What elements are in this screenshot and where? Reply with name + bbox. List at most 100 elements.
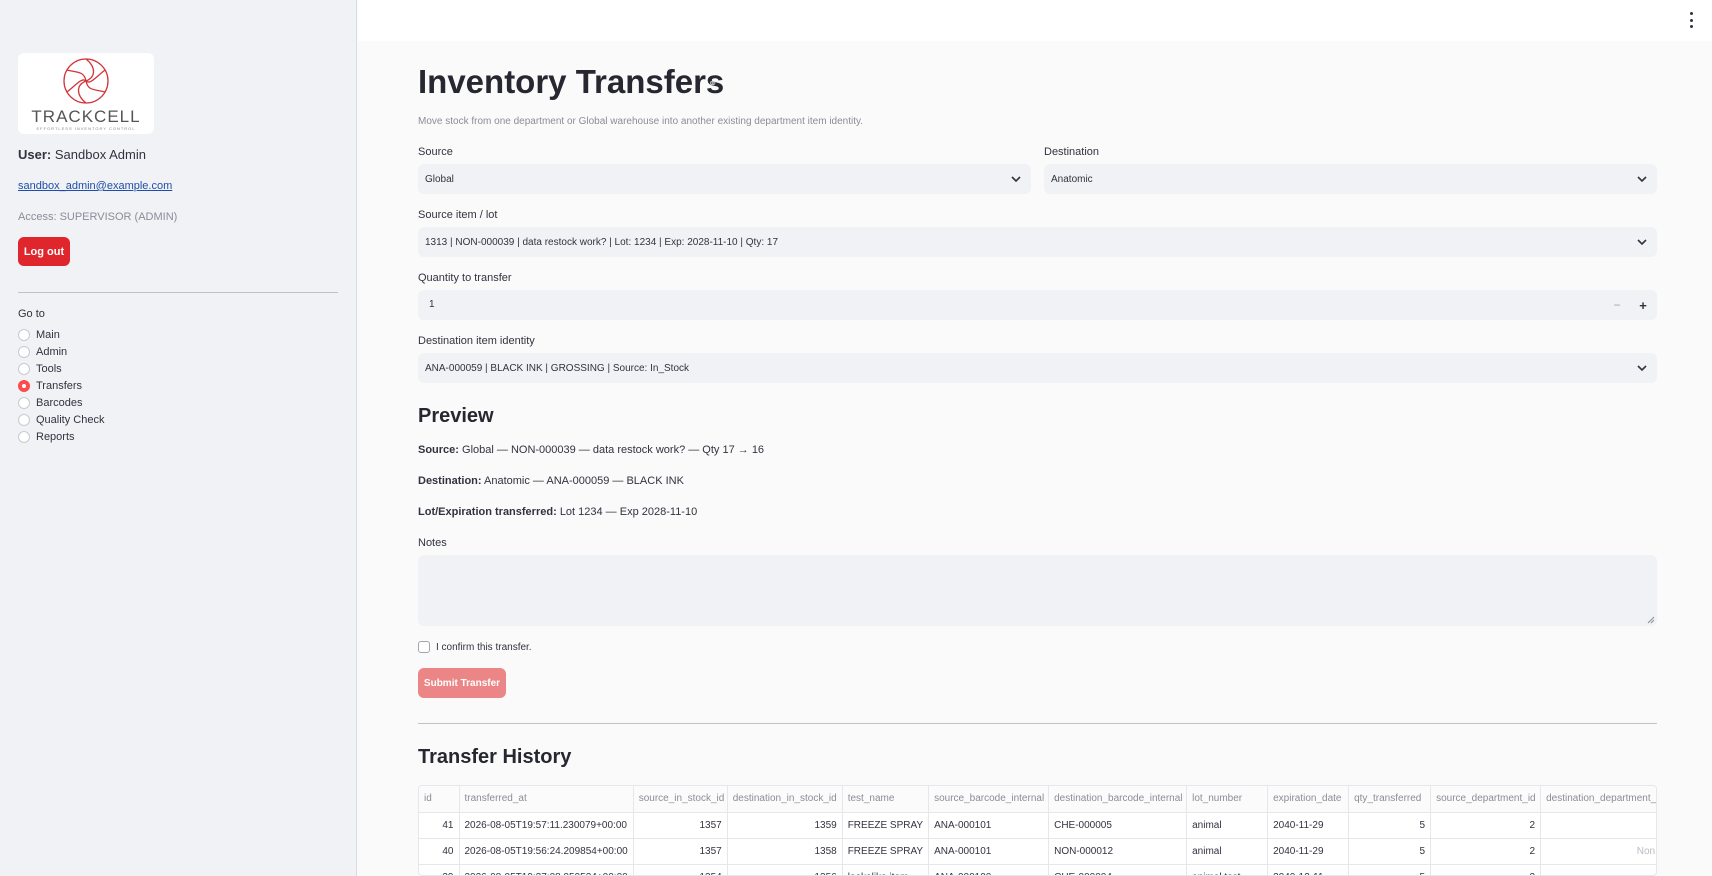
goto-label: Go to: [18, 308, 45, 320]
confirm-checkbox[interactable]: [418, 641, 430, 653]
source-select[interactable]: Global: [418, 164, 1031, 194]
column-header[interactable]: transferred_at: [459, 786, 634, 813]
table-cell[interactable]: animal: [1186, 838, 1269, 865]
table-cell[interactable]: Non: [1540, 838, 1656, 865]
anchor-link-icon[interactable]: ⚭: [708, 77, 717, 90]
column-header[interactable]: expiration_date: [1267, 786, 1350, 813]
table-cell[interactable]: [1540, 864, 1656, 875]
destination-select[interactable]: Anatomic: [1044, 164, 1657, 194]
table-cell[interactable]: 2: [1430, 812, 1542, 839]
column-header[interactable]: destination_department_i: [1540, 786, 1656, 813]
table-row[interactable]: 392026-08-05T19:37:08.959524+00:00135413…: [419, 864, 1656, 875]
table-cell[interactable]: 5: [1348, 864, 1432, 875]
table-cell[interactable]: 2026-08-05T19:56:24.209854+00:00: [459, 838, 634, 865]
table-cell[interactable]: CHE-000005: [1048, 812, 1188, 839]
nav-item-quality-check[interactable]: Quality Check: [18, 411, 104, 428]
nav-item-label: Main: [36, 328, 60, 341]
table-cell[interactable]: 1359: [727, 812, 843, 839]
chevron-down-icon: [1637, 176, 1647, 183]
table-cell[interactable]: 2026-08-05T19:37:08.959524+00:00: [459, 864, 634, 875]
confirm-checkbox-row[interactable]: I confirm this transfer.: [418, 641, 532, 653]
increment-icon[interactable]: +: [1633, 295, 1653, 315]
destination-select-value: Anatomic: [1051, 173, 1093, 185]
logout-button[interactable]: Log out: [18, 237, 70, 266]
nav-item-main[interactable]: Main: [18, 326, 104, 343]
table-cell[interactable]: 1354: [633, 864, 728, 875]
nav-item-barcodes[interactable]: Barcodes: [18, 394, 104, 411]
column-header[interactable]: qty_transferred: [1348, 786, 1432, 813]
radio-icon[interactable]: [18, 379, 30, 392]
table-cell[interactable]: 2: [1430, 864, 1542, 875]
table-cell[interactable]: 5: [1348, 812, 1432, 839]
table-cell[interactable]: 2: [1430, 838, 1542, 865]
notes-textarea[interactable]: [418, 555, 1657, 626]
user-email-link[interactable]: sandbox_admin@example.com: [18, 180, 172, 192]
submit-transfer-button[interactable]: Submit Transfer: [418, 668, 506, 698]
logo-tagline: EFFORTLESS INVENTORY CONTROL: [36, 126, 136, 131]
preview-destination: Destination: Anatomic — ANA-000059 — BLA…: [418, 475, 684, 487]
table-cell[interactable]: 1358: [727, 838, 843, 865]
radio-icon[interactable]: [18, 413, 30, 426]
column-header[interactable]: source_department_id: [1430, 786, 1542, 813]
nav-item-transfers[interactable]: Transfers: [18, 377, 104, 394]
table-header-row: id transferred_at source_in_stock_id destin…: [419, 786, 1656, 813]
column-header[interactable]: test_name: [842, 786, 930, 813]
preview-dest-label: Destination:: [418, 475, 482, 487]
table-cell[interactable]: 2040-11-29: [1267, 838, 1350, 865]
dest-identity-select-value: ANA-000059 | BLACK INK | GROSSING | Sour…: [425, 362, 690, 374]
table-cell[interactable]: CHE-000004: [1048, 864, 1188, 875]
radio-icon[interactable]: [18, 396, 30, 409]
quantity-stepper[interactable]: 1 − +: [418, 290, 1657, 320]
table-cell[interactable]: 40: [419, 838, 460, 865]
table-cell[interactable]: 5: [1348, 838, 1432, 865]
transfer-history-table[interactable]: id transferred_at source_in_stock_id destin…: [418, 785, 1657, 876]
table-cell[interactable]: [1540, 812, 1656, 839]
table-cell[interactable]: FREEZE SPRAY: [842, 838, 930, 865]
notes-label: Notes: [418, 537, 447, 549]
column-header[interactable]: id: [419, 786, 460, 813]
source-select-value: Global: [425, 173, 454, 185]
preview-dest-text: Anatomic — ANA-000059 — BLACK INK: [484, 475, 684, 487]
column-header[interactable]: destination_in_stock_id: [727, 786, 843, 813]
column-header[interactable]: destination_barcode_internal: [1048, 786, 1188, 813]
table-cell[interactable]: 2040-11-29: [1267, 812, 1350, 839]
nav-item-label: Quality Check: [36, 413, 105, 426]
table-cell[interactable]: 1356: [727, 864, 843, 875]
table-cell[interactable]: 1357: [633, 838, 728, 865]
table-cell[interactable]: 2040-12-11: [1267, 864, 1350, 875]
nav-item-tools[interactable]: Tools: [18, 360, 104, 377]
table-cell[interactable]: animal test: [1186, 864, 1269, 875]
resize-grip-icon[interactable]: [1647, 616, 1655, 624]
nav-item-label: Barcodes: [36, 396, 83, 409]
column-header[interactable]: lot_number: [1186, 786, 1269, 813]
table-row[interactable]: 40 2026-08-05T19:56:24.209854+00:00 1357 13…: [419, 838, 1656, 865]
radio-icon[interactable]: [18, 362, 30, 375]
table-row[interactable]: 41 2026-08-05T19:57:11.230079+00:00 1357 13…: [419, 812, 1656, 839]
radio-icon[interactable]: [18, 430, 30, 443]
chevron-down-icon: [1637, 239, 1647, 246]
table-cell[interactable]: 2026-08-05T19:57:11.230079+00:00: [459, 812, 634, 839]
radio-icon[interactable]: [18, 328, 30, 341]
radio-icon[interactable]: [18, 345, 30, 358]
table-cell[interactable]: FREEZE SPRAY: [842, 812, 930, 839]
sidebar: TRACKCELL EFFORTLESS INVENTORY CONTROL U…: [0, 0, 357, 876]
table-cell[interactable]: 41: [419, 812, 460, 839]
table-cell[interactable]: NON-000012: [1048, 838, 1188, 865]
table-cell[interactable]: ANA-000100: [928, 864, 1050, 875]
main-menu-icon[interactable]: [1687, 12, 1695, 28]
table-cell[interactable]: ANA-000101: [928, 812, 1050, 839]
quantity-value[interactable]: 1: [429, 299, 435, 310]
column-header[interactable]: source_barcode_internal: [928, 786, 1050, 813]
nav-item-reports[interactable]: Reports: [18, 428, 104, 445]
nav-item-admin[interactable]: Admin: [18, 343, 104, 360]
table-cell[interactable]: 1357: [633, 812, 728, 839]
source-item-select[interactable]: 1313 | NON-000039 | data restock work? |…: [418, 227, 1657, 257]
table-cell[interactable]: 39: [419, 864, 460, 875]
preview-source-label: Source:: [418, 444, 459, 456]
table-cell[interactable]: lookalike item: [842, 864, 930, 875]
table-cell[interactable]: animal: [1186, 812, 1269, 839]
column-header[interactable]: source_in_stock_id: [633, 786, 728, 813]
dest-identity-select[interactable]: ANA-000059 | BLACK INK | GROSSING | Sour…: [418, 353, 1657, 383]
table-cell[interactable]: ANA-000101: [928, 838, 1050, 865]
decrement-icon[interactable]: −: [1607, 295, 1627, 315]
